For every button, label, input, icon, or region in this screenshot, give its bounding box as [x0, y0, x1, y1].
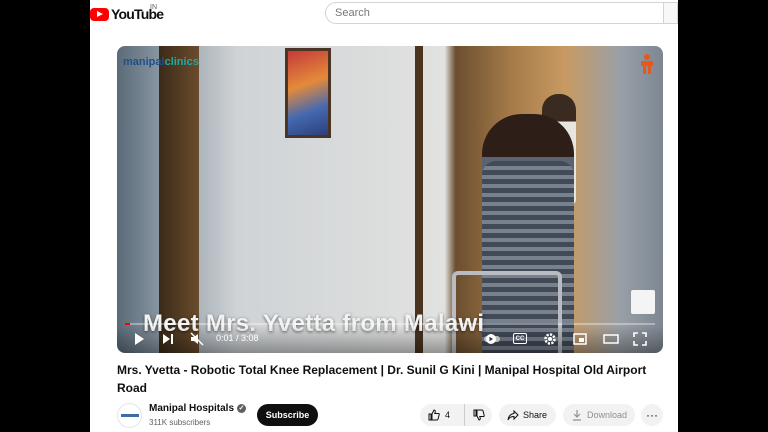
autoplay-icon[interactable] — [483, 332, 501, 346]
more-actions-button[interactable]: ··· — [641, 404, 663, 426]
channel-branding-badge[interactable] — [631, 290, 655, 314]
settings-icon[interactable] — [543, 332, 557, 346]
play-icon[interactable] — [132, 332, 146, 346]
search-input[interactable]: Search — [325, 2, 663, 24]
video-title: Mrs. Yvetta - Robotic Total Knee Replace… — [117, 363, 647, 395]
mute-icon[interactable] — [190, 332, 204, 346]
captions-icon[interactable]: CC — [513, 333, 527, 344]
channel-name-row[interactable]: Manipal Hospitals ✓ — [149, 403, 247, 414]
like-count: 4 — [445, 410, 451, 420]
download-icon — [573, 410, 581, 421]
hospital-corner-logo-icon — [641, 54, 653, 74]
video-frame-door — [159, 46, 199, 353]
theater-mode-icon[interactable] — [603, 332, 619, 346]
share-button[interactable]: Share — [499, 404, 556, 426]
search-button[interactable] — [663, 2, 678, 24]
download-label: Download — [587, 410, 628, 420]
region-code: IN — [150, 4, 157, 11]
youtube-play-logo-icon — [90, 7, 109, 21]
thumbs-down-icon — [473, 409, 485, 421]
video-frame-painting — [285, 48, 331, 138]
share-arrow-icon — [507, 409, 519, 421]
channel-name[interactable]: Manipal Hospitals — [149, 403, 234, 414]
like-dislike-group: 4 — [420, 404, 492, 426]
time-display: 0:01 / 3:08 — [216, 333, 259, 343]
progress-bar-played — [125, 323, 131, 325]
verified-check-icon: ✓ — [237, 404, 247, 413]
video-player[interactable]: manipalclinics Meet Mrs. Yvetta from Mal… — [117, 46, 663, 353]
youtube-watch-page: YouTube IN Search manipalclinics Meet Mr… — [90, 0, 678, 432]
subscribe-button[interactable]: Subscribe — [257, 404, 318, 426]
progress-bar[interactable] — [125, 323, 655, 325]
player-controls: 0:01 / 3:08 CC — [117, 326, 663, 353]
share-label: Share — [523, 410, 548, 420]
next-icon[interactable] — [161, 332, 175, 346]
fullscreen-icon[interactable] — [633, 332, 647, 346]
watermark-suffix: clinics — [164, 56, 199, 68]
dislike-button[interactable] — [465, 404, 492, 426]
channel-watermark: manipalclinics — [123, 56, 199, 68]
like-button[interactable]: 4 — [420, 404, 465, 426]
thumbs-up-icon — [428, 409, 440, 421]
miniplayer-icon[interactable] — [573, 332, 587, 346]
channel-avatar-logo-icon — [121, 414, 139, 417]
watermark-prefix: manipal — [123, 56, 165, 68]
download-button[interactable]: Download — [563, 404, 635, 426]
subscriber-count: 311K subscribers — [149, 418, 211, 427]
channel-avatar[interactable] — [117, 403, 142, 428]
video-frame-doorframe — [415, 46, 423, 353]
youtube-logo[interactable]: YouTube IN — [90, 4, 164, 24]
